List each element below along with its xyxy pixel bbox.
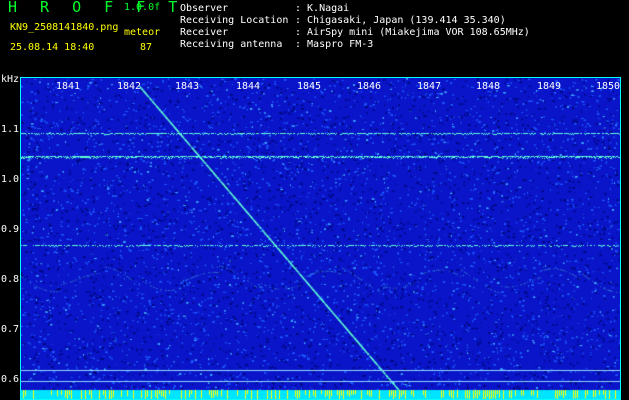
antenna-value: : Maspro FM-3 [295,39,374,50]
frequency-unit-label: kHz [1,74,20,85]
time-tick-label: 1844 [236,81,261,92]
mode-value: 87 [140,42,153,53]
time-tick-label: 1850 [596,81,621,92]
mode-label: meteor [124,27,161,38]
receiver-label: Receiver [180,27,229,38]
frequency-tick-label: 1.1 [1,124,20,135]
location-label: Receiving Location [180,15,289,26]
frequency-tick-label: 0.6 [1,374,20,385]
time-tick-label: 1847 [417,81,442,92]
time-tick-label: 1846 [357,81,382,92]
time-tick-label: 1842 [117,81,142,92]
frequency-tick-label: 0.8 [1,274,20,285]
spectrogram-canvas [21,78,620,399]
timestamp: 25.08.14 18:40 [10,42,95,53]
observer-value: : K.Nagai [295,3,350,14]
frequency-tick-label: 0.9 [1,224,20,235]
spectrogram-plot [20,77,621,400]
frequency-tick-label: 1.0 [1,174,20,185]
time-tick-label: 1849 [537,81,562,92]
file-name: KN9_2508141840.png [10,22,119,33]
location-value: : Chigasaki, Japan (139.414 35.340) [295,15,506,26]
time-tick-label: 1841 [56,81,81,92]
time-tick-label: 1843 [175,81,200,92]
antenna-label: Receiving antenna [180,39,283,50]
observer-label: Observer [180,3,229,14]
time-tick-label: 1848 [476,81,501,92]
receiver-value: : AirSpy mini (Miakejima VOR 108.65MHz) [295,27,530,38]
frequency-tick-label: 0.7 [1,324,20,335]
time-tick-label: 1845 [297,81,322,92]
app-version: 1.0.0f [124,2,161,13]
header-panel: H R O F F T 1.0.0f KN9_2508141840.png 25… [0,0,629,76]
